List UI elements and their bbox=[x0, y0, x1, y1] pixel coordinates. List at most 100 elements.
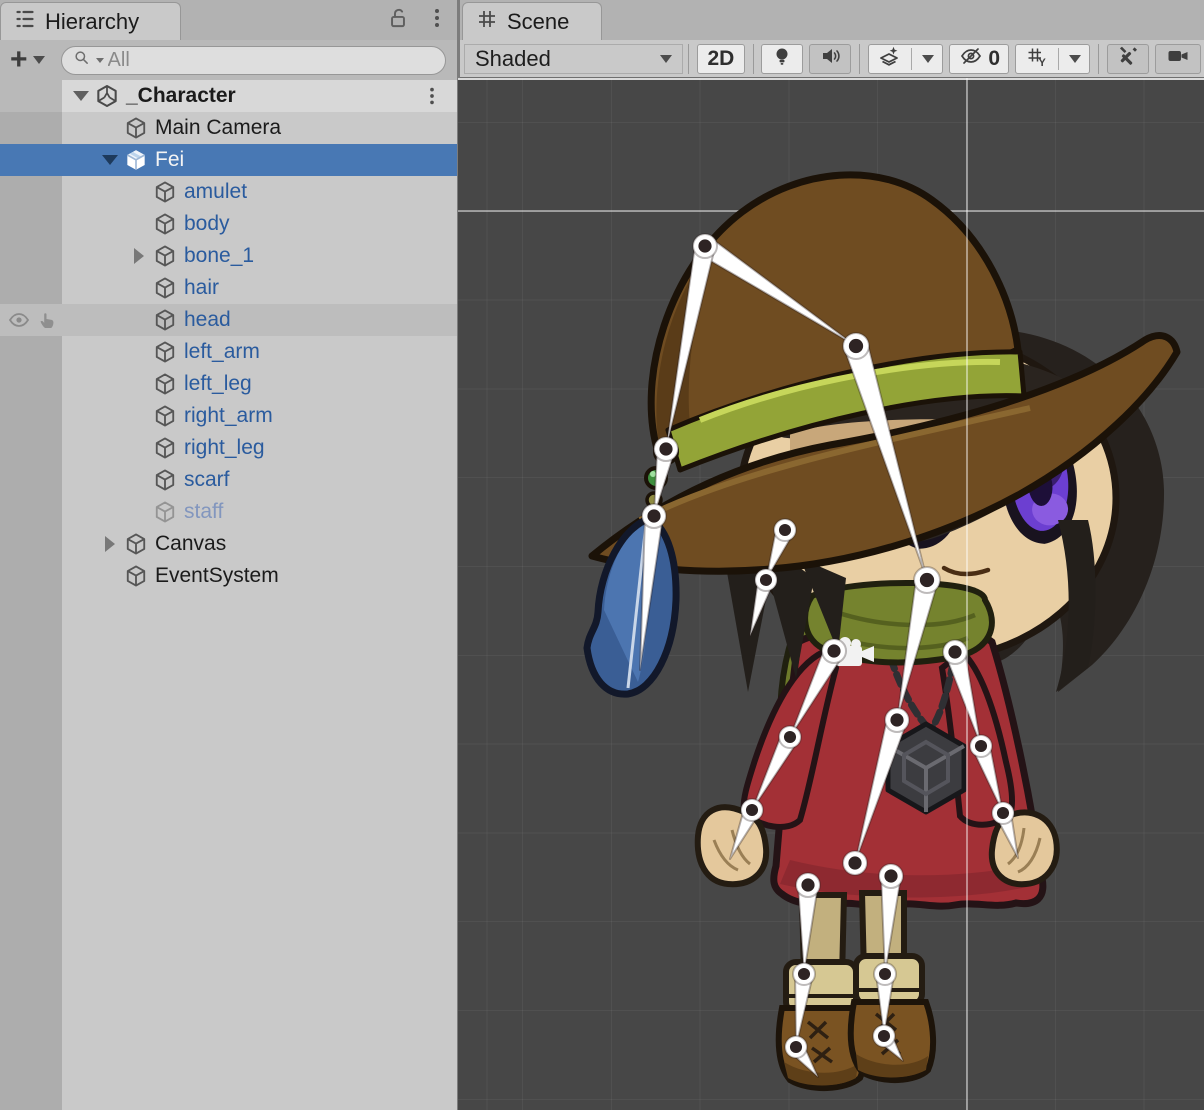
row-label: _Character bbox=[126, 84, 236, 108]
joint[interactable] bbox=[755, 569, 777, 591]
joint[interactable] bbox=[874, 963, 896, 985]
hierarchy-row-main camera[interactable]: Main Camera bbox=[0, 112, 457, 144]
scene-camera-button[interactable] bbox=[1155, 44, 1201, 74]
hierarchy-row-left_leg[interactable]: left_leg bbox=[0, 368, 457, 400]
joint[interactable] bbox=[779, 726, 801, 748]
hierarchy-row-right_leg[interactable]: right_leg bbox=[0, 432, 457, 464]
expand-arrow[interactable] bbox=[68, 91, 94, 101]
hierarchy-row-canvas[interactable]: Canvas bbox=[0, 528, 457, 560]
hierarchy-row-amulet[interactable]: amulet bbox=[0, 176, 457, 208]
cube-icon bbox=[152, 211, 178, 237]
hierarchy-row-right_arm[interactable]: right_arm bbox=[0, 400, 457, 432]
bone[interactable] bbox=[881, 875, 901, 974]
hierarchy-row-body[interactable]: body bbox=[0, 208, 457, 240]
effects-icon bbox=[877, 44, 901, 73]
hidden-objects-button[interactable]: 0 bbox=[949, 44, 1009, 74]
joint[interactable] bbox=[793, 963, 815, 985]
row-label: head bbox=[184, 308, 231, 332]
customize-tools-button[interactable] bbox=[1107, 44, 1149, 74]
joint[interactable] bbox=[879, 864, 903, 888]
effects-caret-icon[interactable] bbox=[922, 55, 934, 63]
row-label: bone_1 bbox=[184, 244, 254, 268]
bone[interactable] bbox=[845, 343, 927, 580]
joint[interactable] bbox=[970, 735, 992, 757]
kebab-menu-icon[interactable] bbox=[425, 6, 449, 35]
joint[interactable] bbox=[693, 234, 717, 258]
row-label: scarf bbox=[184, 468, 230, 492]
hierarchy-list-icon bbox=[13, 7, 37, 37]
row-label: left_arm bbox=[184, 340, 260, 364]
effects-toggle-group[interactable] bbox=[868, 44, 943, 74]
hierarchy-row-_character[interactable]: _Character bbox=[0, 80, 457, 112]
joint[interactable] bbox=[774, 519, 796, 541]
joint[interactable] bbox=[796, 873, 820, 897]
search-filter-caret-icon[interactable] bbox=[96, 58, 104, 63]
joint[interactable] bbox=[992, 802, 1014, 824]
hierarchy-row-fei[interactable]: Fei bbox=[0, 144, 457, 176]
prefab-icon bbox=[123, 147, 149, 173]
bone[interactable] bbox=[855, 717, 907, 863]
cube-icon bbox=[152, 179, 178, 205]
row-label: right_leg bbox=[184, 436, 265, 460]
grid-caret-icon[interactable] bbox=[1069, 55, 1081, 63]
expand-arrow[interactable] bbox=[97, 536, 123, 552]
visibility-eye-icon[interactable] bbox=[6, 308, 32, 338]
scene-lighting-button[interactable] bbox=[761, 44, 803, 74]
camera-icon bbox=[1164, 44, 1192, 73]
row-kebab-menu-icon[interactable] bbox=[421, 85, 443, 113]
expand-arrow[interactable] bbox=[97, 155, 123, 165]
scene-panel: Scene Shaded 2D bbox=[460, 0, 1204, 1110]
hierarchy-row-bone_1[interactable]: bone_1 bbox=[0, 240, 457, 272]
bone[interactable] bbox=[897, 578, 938, 720]
row-label: hair bbox=[184, 276, 219, 300]
cube-icon bbox=[123, 531, 149, 557]
scene-toolbar: Shaded 2D bbox=[460, 40, 1204, 78]
cube-icon bbox=[152, 499, 178, 525]
wrench-pencil-icon bbox=[1116, 44, 1140, 73]
search-input[interactable] bbox=[108, 49, 408, 72]
hierarchy-row-scarf[interactable]: scarf bbox=[0, 464, 457, 496]
hierarchy-row-head[interactable]: head bbox=[0, 304, 457, 336]
expand-arrow[interactable] bbox=[126, 248, 152, 264]
joint[interactable] bbox=[843, 851, 867, 875]
bone[interactable] bbox=[640, 515, 663, 670]
joint[interactable] bbox=[873, 1025, 895, 1047]
lock-icon[interactable] bbox=[385, 5, 411, 36]
toggle-2d-button[interactable]: 2D bbox=[697, 44, 744, 74]
scene-tabbar: Scene bbox=[460, 0, 1204, 40]
shading-mode-dropdown[interactable]: Shaded bbox=[464, 44, 683, 74]
joint[interactable] bbox=[822, 639, 846, 663]
bone[interactable] bbox=[666, 244, 715, 449]
create-object-caret-icon[interactable] bbox=[33, 56, 45, 64]
joint[interactable] bbox=[654, 437, 678, 461]
joint[interactable] bbox=[914, 567, 940, 593]
joint[interactable] bbox=[785, 1036, 807, 1058]
tab-hierarchy[interactable]: Hierarchy bbox=[0, 2, 181, 40]
grid-major-vertical-line bbox=[966, 78, 968, 1110]
pickability-hand-icon[interactable] bbox=[36, 308, 60, 338]
hierarchy-row-hair[interactable]: hair bbox=[0, 272, 457, 304]
hierarchy-row-left_arm[interactable]: left_arm bbox=[0, 336, 457, 368]
grid-visibility-group[interactable]: Y bbox=[1015, 44, 1090, 74]
tab-scene[interactable]: Scene bbox=[462, 2, 602, 40]
hierarchy-row-staff[interactable]: staff bbox=[0, 496, 457, 528]
cube-icon bbox=[152, 243, 178, 269]
cube-icon bbox=[152, 467, 178, 493]
skeleton-overlay bbox=[458, 78, 1204, 1110]
create-object-button[interactable]: + bbox=[10, 46, 28, 74]
cube-icon bbox=[152, 339, 178, 365]
joint[interactable] bbox=[741, 799, 763, 821]
scene-audio-button[interactable] bbox=[809, 44, 851, 74]
joint[interactable] bbox=[843, 333, 869, 359]
cube-icon bbox=[123, 563, 149, 589]
joint[interactable] bbox=[885, 708, 909, 732]
scene-viewport[interactable] bbox=[458, 78, 1204, 1110]
cube-icon bbox=[152, 275, 178, 301]
hierarchy-row-eventsystem[interactable]: EventSystem bbox=[0, 560, 457, 592]
tab-scene-label: Scene bbox=[507, 9, 569, 35]
joint[interactable] bbox=[943, 640, 967, 664]
bone[interactable] bbox=[699, 238, 856, 346]
joint[interactable] bbox=[642, 504, 666, 528]
grid-axis-icon: Y bbox=[1024, 44, 1048, 73]
search-field[interactable] bbox=[61, 46, 446, 75]
